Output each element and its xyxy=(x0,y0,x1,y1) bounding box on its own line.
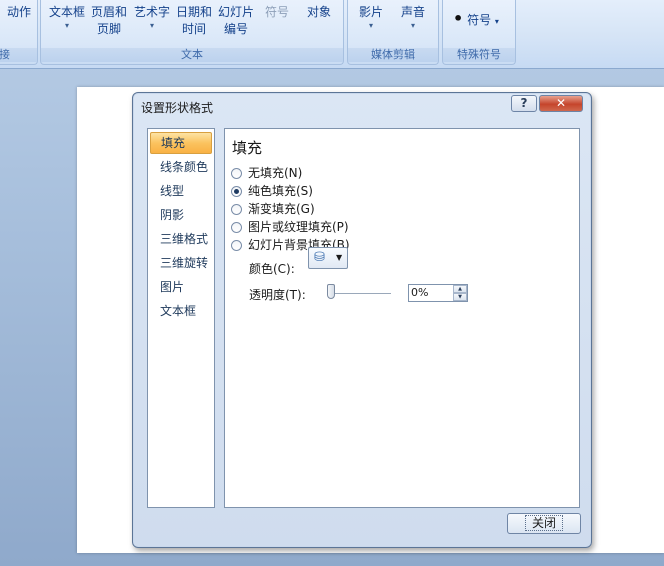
close-icon[interactable]: ✕ xyxy=(539,95,583,112)
radio-no-fill[interactable]: 无填充(N) xyxy=(231,165,302,181)
date-time-button[interactable]: 日期和 时间 xyxy=(174,4,214,38)
nav-item-line-style[interactable]: 线型 xyxy=(150,180,212,202)
radio-solid-fill[interactable]: 纯色填充(S) xyxy=(231,183,313,199)
object-button[interactable]: 对象 xyxy=(301,4,337,21)
slide-number-line2: 编号 xyxy=(223,22,248,36)
close-button-label: 关闭 xyxy=(524,515,563,531)
chevron-down-icon: ▾ xyxy=(64,21,69,30)
radio-label: 图片或纹理填充(P) xyxy=(248,220,349,234)
symbol-button-label: 符号 xyxy=(264,5,289,19)
sound-button-label: 声音 xyxy=(400,5,425,19)
chevron-down-icon: ▾ xyxy=(368,21,373,30)
radio-button[interactable] xyxy=(231,186,242,197)
ribbon-group-label-links: 接 xyxy=(0,48,37,62)
nav-item-fill[interactable]: 填充 xyxy=(150,132,212,154)
nav-item-picture[interactable]: 图片 xyxy=(150,276,212,298)
radio-label: 无填充(N) xyxy=(248,166,303,180)
header-footer-line2: 页脚 xyxy=(96,22,121,36)
fill-settings-panel: 填充 无填充(N) 纯色填充(S) 渐变填充(G) 图片或纹理填充(P) 幻灯片… xyxy=(224,128,580,508)
textbox-button[interactable]: 文本框 ▾ xyxy=(47,4,87,31)
nav-item-shadow[interactable]: 阴影 xyxy=(150,204,212,226)
close-button[interactable]: 关闭 xyxy=(507,513,581,534)
radio-label: 渐变填充(G) xyxy=(248,202,315,216)
nav-item-text-box[interactable]: 文本框 xyxy=(150,300,212,322)
radio-button[interactable] xyxy=(231,168,242,179)
ribbon: 动作 接 文本框 ▾ 页眉和 页脚 艺术字 ▾ 日期和 时间 幻灯片 编号 符号… xyxy=(0,0,664,69)
ribbon-group-label-symbols: 特殊符号 xyxy=(443,48,515,62)
transparency-spinner: ▲ ▼ xyxy=(453,285,467,301)
radio-button[interactable] xyxy=(231,240,242,251)
date-time-line1: 日期和 xyxy=(175,5,212,19)
chevron-down-icon: ▾ xyxy=(494,17,499,26)
help-button[interactable]: ? xyxy=(511,95,537,112)
radio-label: 纯色填充(S) xyxy=(248,184,313,198)
symbol-dot-icon: • xyxy=(453,9,464,28)
slide-number-line1: 幻灯片 xyxy=(217,5,254,19)
chevron-down-icon: ▾ xyxy=(410,21,415,30)
radio-picture-fill[interactable]: 图片或纹理填充(P) xyxy=(231,219,349,235)
paint-bucket-icon: ⛁ xyxy=(314,250,325,265)
special-symbol-label: 符号 xyxy=(467,13,492,27)
chevron-down-icon: ▼ xyxy=(336,253,343,262)
movie-button[interactable]: 影片 ▾ xyxy=(354,4,388,31)
action-button-label: 动作 xyxy=(6,5,31,19)
spin-down-icon[interactable]: ▼ xyxy=(453,293,467,301)
color-label: 颜色(C): xyxy=(249,262,295,276)
ribbon-group-label-text: 文本 xyxy=(41,48,343,62)
ribbon-group-media: 影片 ▾ 声音 ▾ 媒体剪辑 xyxy=(347,0,439,65)
ribbon-group-symbols: • 符号 ▾ 特殊符号 xyxy=(442,0,516,65)
nav-item-3d-rotation[interactable]: 三维旋转 xyxy=(150,252,212,274)
symbol-button[interactable]: 符号 xyxy=(259,4,295,21)
header-footer-button[interactable]: 页眉和 页脚 xyxy=(89,4,129,38)
transparency-label: 透明度(T): xyxy=(249,288,306,302)
header-footer-line1: 页眉和 xyxy=(90,5,127,19)
category-list: 填充 线条颜色 线型 阴影 三维格式 三维旋转 图片 文本框 xyxy=(147,128,215,508)
radio-button[interactable] xyxy=(231,204,242,215)
wordart-button[interactable]: 艺术字 ▾ xyxy=(132,4,172,31)
special-symbol-button[interactable]: • 符号 ▾ xyxy=(453,10,511,30)
date-time-line2: 时间 xyxy=(181,22,206,36)
spin-up-icon[interactable]: ▲ xyxy=(453,285,467,293)
section-title: 填充 xyxy=(232,139,263,157)
wordart-button-label: 艺术字 xyxy=(133,5,170,19)
radio-gradient-fill[interactable]: 渐变填充(G) xyxy=(231,201,315,217)
ribbon-group-label-media: 媒体剪辑 xyxy=(348,48,438,62)
color-picker-button[interactable]: ⛁ ▼ xyxy=(308,247,348,269)
action-button[interactable]: 动作 xyxy=(1,4,37,21)
transparency-slider-thumb[interactable] xyxy=(327,284,335,299)
ribbon-group-text: 文本框 ▾ 页眉和 页脚 艺术字 ▾ 日期和 时间 幻灯片 编号 符号 对象 文… xyxy=(40,0,344,65)
radio-button[interactable] xyxy=(231,222,242,233)
textbox-button-label: 文本框 xyxy=(48,5,85,19)
chevron-down-icon: ▾ xyxy=(149,21,154,30)
slide-number-button[interactable]: 幻灯片 编号 xyxy=(216,4,256,38)
nav-item-line-color[interactable]: 线条颜色 xyxy=(150,156,212,178)
sound-button[interactable]: 声音 ▾ xyxy=(396,4,430,31)
movie-button-label: 影片 xyxy=(358,5,383,19)
nav-item-3d-format[interactable]: 三维格式 xyxy=(150,228,212,250)
transparency-slider-track[interactable] xyxy=(327,293,391,294)
ribbon-group-links: 动作 接 xyxy=(0,0,38,65)
dialog-title: 设置形状格式 xyxy=(141,101,214,115)
object-button-label: 对象 xyxy=(306,5,331,19)
format-shape-dialog: 设置形状格式 ? ✕ 填充 线条颜色 线型 阴影 三维格式 三维旋转 图片 文本… xyxy=(132,92,592,548)
